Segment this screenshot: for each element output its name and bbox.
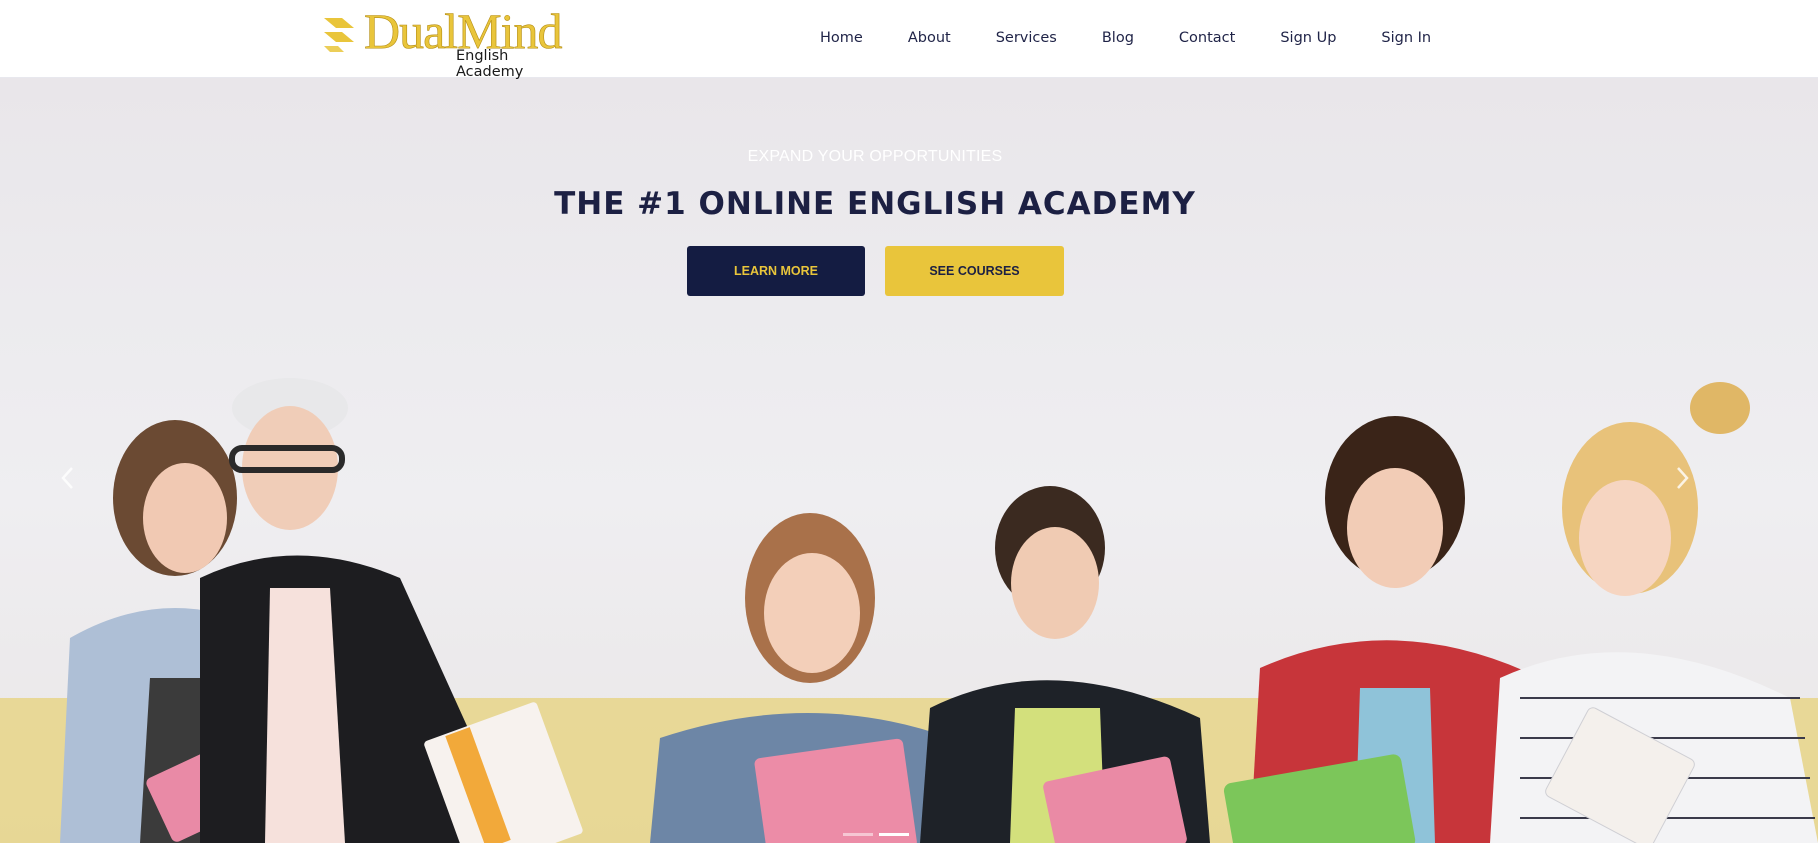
carousel-indicator-2[interactable] [879, 833, 909, 836]
chevron-left-icon [61, 467, 73, 489]
hero-eyebrow: EXPAND YOUR OPPORTUNITIES [747, 148, 1003, 165]
carousel-next-button[interactable] [1668, 458, 1698, 498]
carousel-indicator-1[interactable] [843, 833, 873, 836]
brand-tagline: English Academy [456, 48, 524, 80]
nav-sign-up[interactable]: Sign Up [1280, 30, 1336, 46]
carousel-indicators [840, 833, 912, 836]
carousel-prev-button[interactable] [52, 458, 82, 498]
main-nav: Home About Services Blog Contact Sign Up… [820, 0, 1431, 76]
nav-sign-in[interactable]: Sign In [1381, 30, 1431, 46]
nav-blog[interactable]: Blog [1102, 30, 1134, 46]
nav-services[interactable]: Services [996, 30, 1057, 46]
logo-mark-icon [324, 18, 354, 52]
chevron-right-icon [1677, 467, 1689, 489]
learn-more-button[interactable]: LEARN MORE [687, 246, 865, 296]
nav-contact[interactable]: Contact [1179, 30, 1235, 46]
see-courses-button[interactable]: SEE COURSES [885, 246, 1064, 296]
hero-carousel: EXPAND YOUR OPPORTUNITIES THE #1 ONLINE … [0, 78, 1818, 843]
brand-logo[interactable]: DualMind English Academy [318, 6, 578, 80]
site-header: DualMind English Academy Home About Serv… [0, 0, 1818, 80]
nav-about[interactable]: About [908, 30, 951, 46]
nav-home[interactable]: Home [820, 30, 863, 46]
hero-headline: THE #1 ONLINE ENGLISH ACADEMY [554, 186, 1196, 222]
